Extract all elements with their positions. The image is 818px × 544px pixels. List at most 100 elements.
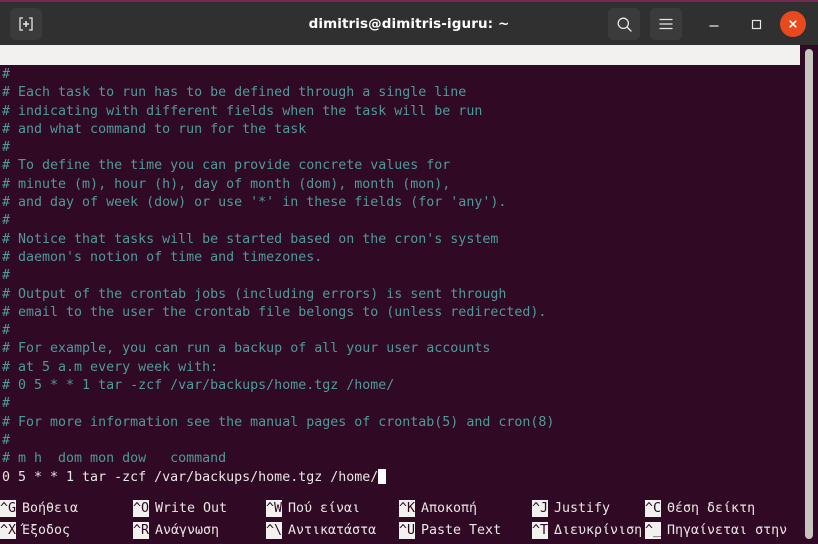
editor-line: # indicating with different fields when … (0, 103, 800, 121)
editor-line: # (0, 139, 800, 157)
window-title: dimitris@dimitris-iguru: ~ (308, 16, 510, 32)
shortcut-label: Βοήθεια (22, 501, 79, 516)
editor-line-text: # 0 5 * * 1 tar -zcf /var/backups/home.t… (2, 378, 395, 394)
hamburger-menu-icon (659, 18, 673, 30)
shortcut-label: Ανάγνωση (155, 523, 220, 538)
editor-line-text: # m h dom mon dow command (2, 451, 227, 467)
shortcut-label: Paste Text (421, 523, 502, 538)
editor-line-text: # (2, 140, 11, 156)
editor-line: # Output of the crontab jobs (including … (0, 286, 800, 304)
shortcut-key: ^C (645, 500, 662, 517)
shortcut-label: Έξοδος (22, 523, 71, 538)
editor-line-text: # For more information see the manual pa… (2, 414, 555, 430)
editor-line: # (0, 267, 800, 285)
editor-line-text: # (2, 213, 11, 229)
editor-line-text: # email to the user the crontab file bel… (2, 304, 547, 320)
terminal-window: dimitris@dimitris-iguru: ~ # # Each task… (0, 0, 818, 544)
shortcut-item[interactable]: ^C Θέση δείκτη (645, 498, 755, 520)
shortcut-item[interactable]: ^R Ανάγνωση (133, 520, 219, 542)
editor-line: # For example, you can run a backup of a… (0, 340, 800, 358)
shortcut-label: Αντικατάστα (288, 523, 377, 538)
shortcut-key: ^J (532, 500, 549, 517)
shortcut-label: Αποκοπή (421, 501, 478, 516)
shortcut-item[interactable]: ^X Έξοδος (0, 520, 70, 542)
editor-line: # 0 5 * * 1 tar -zcf /var/backups/home.t… (0, 377, 800, 395)
menu-button[interactable] (650, 8, 682, 40)
shortcut-key: ^O (133, 500, 150, 517)
editor-line: # (0, 322, 800, 340)
editor-line: # (0, 432, 800, 450)
editor-line-text: # (2, 396, 11, 412)
editor-line: # at 5 a.m every week with: (0, 359, 800, 377)
shortcut-label: Θέση δείκτη (667, 501, 756, 516)
editor-text-area[interactable]: # # Each task to run has to be defined th… (0, 66, 800, 494)
nano-header-bar: GNU nano 4.8 /tmp/crontab.mdAELT/crontab… (0, 45, 800, 65)
shortcut-item[interactable]: ^G Βοήθεια (0, 498, 78, 520)
shortcut-key: ^_ (645, 522, 662, 539)
maximize-button[interactable] (740, 8, 772, 40)
shortcut-label: Write Out (155, 501, 228, 516)
close-button[interactable] (780, 11, 806, 37)
editor-line: # email to the user the crontab file bel… (0, 304, 800, 322)
editor-line: # and day of week (dow) or use '*' in th… (0, 194, 800, 212)
editor-line: # (0, 212, 800, 230)
new-tab-button[interactable] (10, 8, 42, 40)
editor-line: # minute (m), hour (h), day of month (do… (0, 176, 800, 194)
search-button[interactable] (608, 8, 640, 40)
editor-line-text: # To define the time you can provide con… (2, 158, 451, 174)
close-icon (789, 20, 797, 28)
editor-line-text: # and day of week (dow) or use '*' in th… (2, 195, 507, 211)
editor-line: # Each task to run has to be defined thr… (0, 84, 800, 102)
shortcut-item[interactable]: ^\ Αντικατάστα (266, 520, 376, 542)
maximize-icon (751, 19, 762, 30)
editor-line-text: # and what command to run for the task (2, 121, 307, 137)
shortcut-key: ^K (399, 500, 416, 517)
editor-line-text: # Output of the crontab jobs (including … (2, 286, 507, 302)
editor-line: # Notice that tasks will be started base… (0, 231, 800, 249)
shortcut-key: ^T (532, 522, 549, 539)
shortcut-label: Πού είναι (288, 501, 361, 516)
shortcut-item[interactable]: ^W Πού είναι (266, 498, 360, 520)
shortcut-key: ^R (133, 522, 150, 539)
editor-line-text: # at 5 a.m every week with: (2, 359, 219, 375)
editor-line: # (0, 66, 800, 84)
editor-line-text: # daemon's notion of time and timezones. (2, 249, 323, 265)
editor-line: # daemon's notion of time and timezones. (0, 249, 800, 267)
editor-line: # m h dom mon dow command (0, 450, 800, 468)
editor-line-text: # Notice that tasks will be started base… (2, 231, 499, 247)
minimize-button[interactable] (698, 8, 730, 40)
shortcut-row-2: ^X Έξοδος ^R Ανάγνωση ^\ Αντικατάστα ^U Paste T… (0, 520, 800, 542)
shortcut-item[interactable]: ^U Paste Text (399, 520, 501, 542)
scrollbar-thumb[interactable] (805, 49, 813, 539)
shortcut-item[interactable]: ^T Διευκρίνιση (532, 520, 642, 542)
editor-line: 0 5 * * 1 tar -zcf /var/backups/home.tgz… (0, 468, 800, 487)
shortcut-label: Justify (554, 501, 611, 516)
shortcut-label: Διευκρίνιση (554, 523, 643, 538)
editor-line-text: # (2, 432, 11, 448)
editor-line-text: # (2, 268, 11, 284)
editor-line: # For more information see the manual pa… (0, 414, 800, 432)
shortcut-item[interactable]: ^_ Πηγαίνεται στην (645, 520, 787, 542)
shortcut-item[interactable]: ^J Justify (532, 498, 610, 520)
minimize-icon (709, 25, 719, 27)
text-cursor (378, 468, 387, 484)
editor-line-text: # For example, you can run a backup of a… (2, 341, 491, 357)
new-tab-icon (19, 17, 33, 31)
shortcut-key: ^X (0, 522, 17, 539)
shortcut-key: ^G (0, 500, 17, 517)
shortcut-key: ^W (266, 500, 283, 517)
editor-line-text: 0 5 * * 1 tar -zcf /var/backups/home.tgz… (2, 469, 379, 485)
shortcut-item[interactable]: ^K Αποκοπή (399, 498, 477, 520)
editor-line-text: # (2, 67, 11, 82)
editor-line: # To define the time you can provide con… (0, 157, 800, 175)
scrollbar[interactable] (800, 45, 818, 544)
editor-line-text: # indicating with different fields when … (2, 103, 483, 119)
shortcut-key: ^\ (266, 522, 283, 539)
shortcut-row-1: ^G Βοήθεια ^O Write Out ^W Πού είναι ^K Αποκοπή… (0, 498, 800, 520)
shortcut-item[interactable]: ^O Write Out (133, 498, 227, 520)
editor-line-text: # minute (m), hour (h), day of month (do… (2, 176, 451, 192)
editor-line: # (0, 395, 800, 413)
editor-line: # and what command to run for the task (0, 121, 800, 139)
editor-line-text: # (2, 323, 11, 339)
search-icon (617, 17, 632, 32)
